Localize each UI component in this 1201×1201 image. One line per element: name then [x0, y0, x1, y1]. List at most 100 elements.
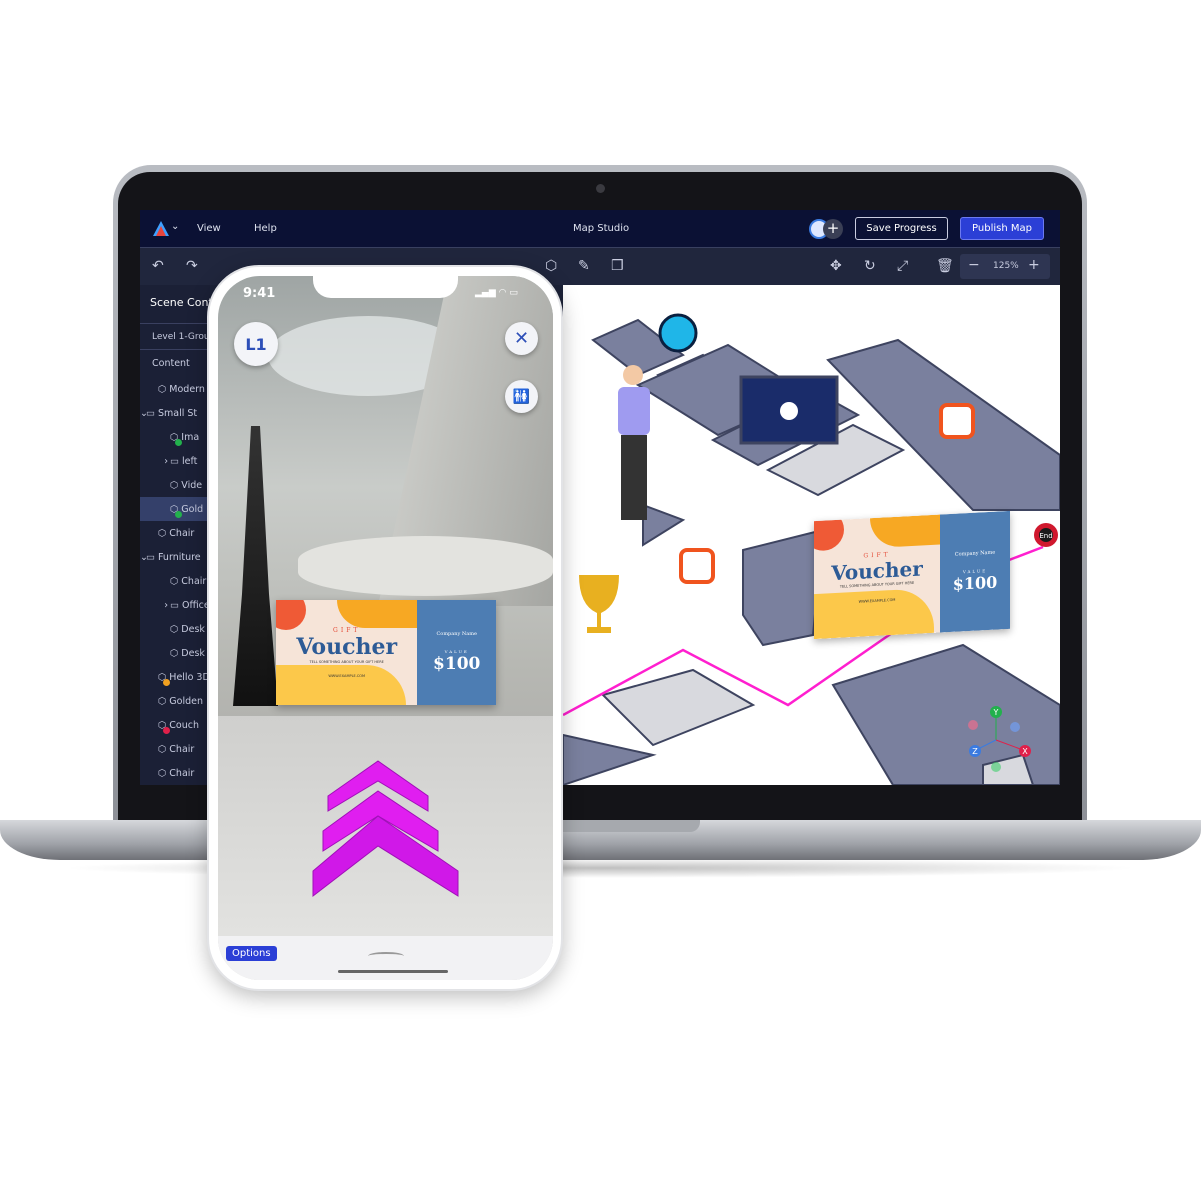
- tree-item-label: Chair: [169, 527, 195, 539]
- tree-item-label: Hello 3D: [169, 671, 210, 683]
- ar-gift-voucher[interactable]: GIFT Voucher TELL SOMETHING ABOUT YOUR G…: [276, 600, 496, 705]
- tree-item[interactable]: ⬡ Gold: [140, 497, 210, 521]
- trophy-model: [579, 575, 619, 633]
- move-icon[interactable]: ✥: [830, 258, 842, 274]
- tree-item[interactable]: › ▭ left: [140, 449, 210, 473]
- tree-item[interactable]: ⬡ Chair: [140, 569, 210, 593]
- tree-item-label: Couch: [169, 719, 200, 731]
- tree-item[interactable]: ⬡ Hello 3D: [140, 665, 210, 689]
- chevron-right-icon[interactable]: ›: [140, 600, 170, 611]
- level-selector[interactable]: Level 1-Ground: [152, 325, 210, 349]
- tree-item[interactable]: ⬡ Ima: [140, 425, 210, 449]
- level-button[interactable]: L1: [234, 322, 278, 366]
- undo-icon[interactable]: ↶: [152, 258, 164, 274]
- tree-item[interactable]: › ▭ Office: [140, 593, 210, 617]
- cube-icon: ⬡: [170, 647, 179, 659]
- content-section-label: Content: [152, 357, 190, 369]
- app-logo-icon[interactable]: [152, 220, 170, 238]
- tree-item-label: left: [181, 455, 198, 467]
- qr-pin-icon: [939, 403, 975, 439]
- top-bar: ⌄ View Help Map Studio + Save Progress P…: [140, 210, 1060, 247]
- tree-item-label: Vide: [181, 479, 203, 491]
- folder-icon: ▭: [170, 455, 179, 467]
- svg-text:Y: Y: [993, 708, 999, 717]
- qr-pin-icon: [679, 548, 715, 584]
- tree-item[interactable]: ⬡ Desk: [140, 641, 210, 665]
- tree-item-label: Modern: [169, 383, 205, 395]
- phone-notch: [313, 276, 458, 298]
- publish-map-button[interactable]: Publish Map: [960, 217, 1044, 240]
- folder-icon: ▭: [146, 551, 155, 563]
- tree-item-label: Small St: [157, 407, 198, 419]
- cube-icon: ⬡: [170, 623, 179, 635]
- tree-item-label: Gold: [181, 503, 204, 515]
- play-icon: [780, 402, 798, 420]
- options-button[interactable]: Options: [226, 946, 277, 961]
- chevron-right-icon[interactable]: ›: [140, 456, 170, 467]
- folder-icon: ▭: [170, 599, 179, 611]
- status-icons: ▂▄▆ ◠ ▭: [475, 288, 518, 298]
- tree-item[interactable]: ⬡ Desk: [140, 617, 210, 641]
- cube-icon: ⬡: [158, 743, 167, 755]
- restroom-icon[interactable]: 🚻: [505, 380, 538, 413]
- scale-icon[interactable]: ⤢: [897, 258, 908, 274]
- end-label: End: [1039, 532, 1052, 540]
- trash-icon[interactable]: 🗑: [936, 258, 954, 274]
- menu-view[interactable]: View: [197, 223, 221, 234]
- cube-icon: ⬡: [158, 695, 167, 707]
- cube-icon[interactable]: ⬡: [545, 258, 557, 274]
- cube-icon: ⬡: [158, 720, 170, 734]
- save-progress-button[interactable]: Save Progress: [855, 217, 948, 240]
- cube-icon: ⬡: [158, 672, 170, 686]
- tree-item[interactable]: ⬡ Golden: [140, 689, 210, 713]
- cube-icon: ⬡: [158, 383, 167, 395]
- status-time: 9:41: [243, 286, 276, 301]
- direction-arrow-model: [312, 760, 459, 898]
- tree-item[interactable]: ⬡ Vide: [140, 473, 210, 497]
- edit-icon[interactable]: ✎: [578, 258, 590, 274]
- redo-icon[interactable]: ↷: [186, 258, 198, 274]
- tree-item[interactable]: ⬡ Chair: [140, 761, 210, 785]
- page-title: Map Studio: [573, 223, 630, 234]
- scene-content-panel: Scene Content Level 1-Ground Content ⬡Mo…: [140, 285, 210, 785]
- chevron-up-icon[interactable]: [368, 952, 404, 960]
- close-button[interactable]: ✕: [505, 322, 538, 355]
- tree-item[interactable]: ⌄ ▭ Small St: [140, 401, 210, 425]
- folder-icon: ▭: [146, 407, 155, 419]
- rotate-icon[interactable]: ↻: [864, 258, 876, 274]
- panel-title: Scene Content: [150, 295, 210, 309]
- document-pin-icon: [658, 313, 698, 353]
- tree-item[interactable]: ⬡ Couch: [140, 713, 210, 737]
- tree-item[interactable]: ⬡ Chair: [140, 521, 210, 545]
- tree-item-label: Golden: [169, 695, 204, 707]
- cube-icon: ⬡: [158, 767, 167, 779]
- webcam: [596, 184, 605, 193]
- svg-text:Z: Z: [972, 747, 978, 756]
- zoom-level: 125%: [993, 261, 1019, 271]
- add-collaborator-button[interactable]: +: [823, 219, 843, 239]
- cube-icon: ⬡: [158, 527, 167, 539]
- tree-item-label: Ima: [181, 431, 200, 443]
- tree-item[interactable]: ⌄ ▭ Furniture: [140, 545, 210, 569]
- sculpture: [233, 426, 278, 706]
- zoom-out-button[interactable]: −: [968, 257, 980, 273]
- menu-help[interactable]: Help: [254, 223, 277, 234]
- svg-text:X: X: [1022, 747, 1028, 756]
- tree-item-label: Chair: [169, 767, 195, 779]
- cube-icon: ⬡: [170, 504, 182, 518]
- tree-item-label: Desk: [181, 647, 205, 659]
- home-indicator: [338, 970, 448, 973]
- tree-item-label: Chair: [181, 575, 207, 587]
- cube-icon: ⬡: [170, 479, 179, 491]
- tree-item-label: Chair: [169, 743, 195, 755]
- package-icon[interactable]: ❒: [611, 258, 624, 274]
- tree-item-label: Office: [181, 599, 210, 611]
- tree-item[interactable]: ⬡ Chair: [140, 737, 210, 761]
- zoom-in-button[interactable]: +: [1028, 257, 1040, 273]
- cube-icon: ⬡: [170, 575, 179, 587]
- cube-icon: ⬡: [170, 432, 182, 446]
- tree-item[interactable]: ⬡ Modern: [140, 377, 210, 401]
- chevron-down-icon[interactable]: ⌄: [171, 221, 179, 232]
- tree-item-label: Desk: [181, 623, 205, 635]
- gift-voucher-card[interactable]: GIFT Voucher TELL SOMETHING ABOUT YOUR G…: [814, 510, 1010, 640]
